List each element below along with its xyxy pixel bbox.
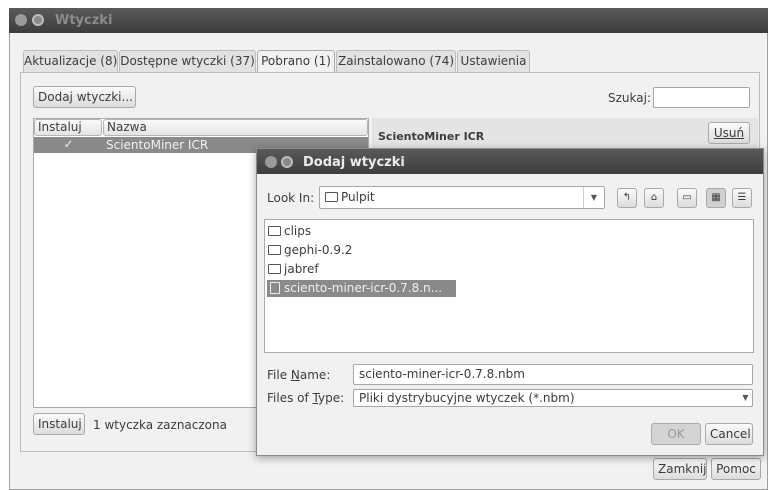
close-button[interactable]: Zamknij: [653, 458, 707, 480]
up-folder-icon[interactable]: ↰: [617, 188, 637, 208]
file-name: sciento-miner-icr-0.7.8.n...: [284, 281, 443, 295]
close-icon[interactable]: [15, 14, 27, 26]
cancel-label: Cancel: [710, 427, 751, 441]
tab-pobrano[interactable]: Pobrano (1): [257, 50, 335, 73]
folder-icon: [268, 263, 281, 274]
tab-ustawienia-label: Ustawienia: [460, 54, 527, 68]
table-cell-name: ScientoMiner ICR: [106, 138, 209, 152]
help-button[interactable]: Pomoc: [711, 458, 761, 480]
detail-title: ScientoMiner ICR: [378, 130, 485, 143]
column-header-name-label: Nazwa: [107, 120, 147, 134]
help-label: Pomoc: [716, 462, 756, 476]
minimize-icon[interactable]: [32, 14, 44, 26]
close-label: Zamknij: [658, 462, 707, 476]
list-item[interactable]: jabref: [268, 261, 319, 278]
column-header-install[interactable]: Instaluj: [34, 119, 102, 136]
add-plugins-button[interactable]: Dodaj wtyczki...: [33, 86, 136, 108]
file-type-dropdown-icon[interactable]: ▼: [739, 390, 752, 406]
look-in-select[interactable]: Pulpit: [319, 186, 605, 209]
column-header-install-label: Instaluj: [38, 120, 82, 134]
file-name-input[interactable]: sciento-miner-icr-0.7.8.nbm: [353, 364, 753, 385]
home-icon[interactable]: ⌂: [644, 188, 664, 208]
ok-button[interactable]: OK: [651, 423, 701, 445]
tab-pobrano-label: Pobrano (1): [261, 54, 331, 68]
dialog-minimize-icon[interactable]: [281, 156, 293, 168]
file-name: jabref: [284, 262, 319, 276]
status-text: 1 wtyczka zaznaczona: [93, 418, 227, 432]
ok-label: OK: [667, 427, 685, 441]
column-header-name[interactable]: Nazwa: [103, 119, 368, 136]
install-label: Instaluj: [38, 417, 82, 431]
tab-zainstalowano-label: Zainstalowano (74): [337, 54, 455, 68]
install-button[interactable]: Instaluj: [33, 413, 85, 435]
dialog-title: Dodaj wtyczki: [303, 155, 405, 170]
details-view-icon[interactable]: ☰: [732, 188, 752, 208]
add-plugins-label: Dodaj wtyczki...: [38, 90, 133, 104]
checkbox-icon[interactable]: ✓: [62, 138, 75, 151]
dropdown-arrow-icon[interactable]: ▼: [583, 187, 604, 208]
file-icon: [270, 281, 280, 294]
look-in-label: Look In:: [267, 191, 315, 205]
remove-button[interactable]: Usuń: [708, 122, 750, 144]
main-window-title: Wtyczki: [55, 13, 113, 28]
file-type-value: Pliki dystrybucyjne wtyczek (*.nbm): [359, 391, 575, 405]
list-view-icon[interactable]: ▦: [706, 188, 726, 208]
list-item[interactable]: clips: [268, 223, 311, 240]
file-type-select[interactable]: Pliki dystrybucyjne wtyczek (*.nbm): [353, 389, 753, 407]
list-item-selected[interactable]: sciento-miner-icr-0.7.8.n...: [267, 280, 456, 297]
file-type-label: Files of Type:: [267, 391, 345, 405]
search-input[interactable]: [653, 87, 750, 108]
dialog-close-icon[interactable]: [265, 156, 277, 168]
file-name-label: File Name:: [267, 368, 331, 382]
tab-dostepne-label: Dostępne wtyczki (37): [120, 54, 255, 68]
search-label: Szukaj:: [608, 91, 651, 105]
tab-zainstalowano[interactable]: Zainstalowano (74): [336, 50, 456, 72]
tab-aktualizacje[interactable]: Aktualizacje (8): [23, 50, 118, 72]
tab-ustawienia[interactable]: Ustawienia: [457, 50, 530, 72]
file-name: clips: [284, 224, 312, 238]
new-folder-icon[interactable]: ▭: [677, 188, 697, 208]
remove-label: Usuń: [713, 126, 745, 140]
folder-icon: [268, 225, 281, 236]
list-item[interactable]: gephi-0.9.2: [268, 242, 352, 259]
look-in-value: Pulpit: [341, 190, 375, 204]
folder-icon: [268, 244, 281, 255]
main-title-bar: [9, 8, 768, 33]
tab-aktualizacje-label: Aktualizacje (8): [24, 54, 118, 68]
file-name: gephi-0.9.2: [284, 243, 353, 257]
folder-icon: [325, 191, 338, 202]
cancel-button[interactable]: Cancel: [705, 423, 753, 445]
tab-dostepne[interactable]: Dostępne wtyczki (37): [119, 50, 256, 72]
